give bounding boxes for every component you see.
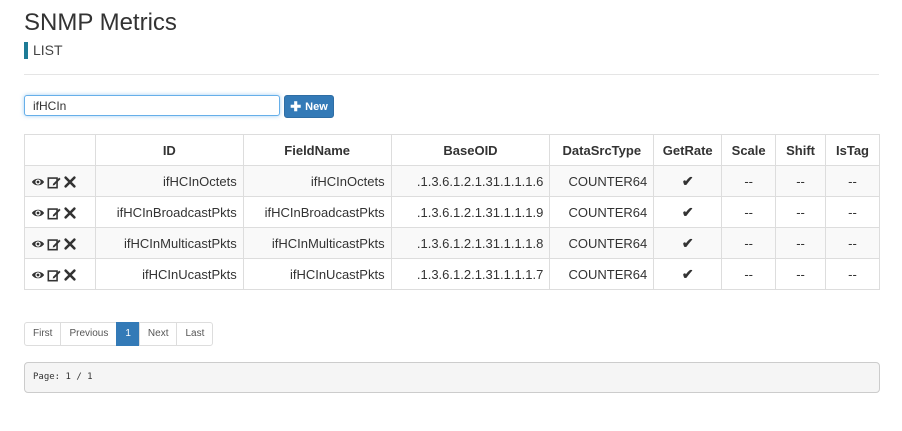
cell-baseoid: .1.3.6.1.2.1.31.1.1.1.7 — [390, 258, 551, 290]
cell-fieldname: ifHCInUcastPkts — [242, 258, 392, 290]
pagination: First Previous 1 Next Last — [24, 322, 214, 346]
cell-getrate: ✔ — [653, 196, 723, 228]
cell-baseoid: .1.3.6.1.2.1.31.1.1.1.6 — [390, 165, 551, 197]
delete-icon[interactable] — [63, 268, 77, 282]
cell-baseoid: .1.3.6.1.2.1.31.1.1.1.9 — [390, 196, 551, 228]
cell-datasrctype: COUNTER64 — [549, 165, 655, 197]
cell-getrate: ✔ — [653, 258, 723, 290]
column-header-baseoid[interactable]: BaseOID — [390, 134, 551, 166]
cell-istag: -- — [825, 227, 880, 259]
table-header-row: ID FieldName BaseOID DataSrcType GetRate… — [24, 134, 880, 166]
edit-icon[interactable] — [47, 237, 61, 251]
eye-icon[interactable] — [31, 268, 45, 282]
row-actions — [24, 196, 96, 228]
cell-getrate: ✔ — [653, 227, 723, 259]
pagination-first[interactable]: First — [24, 322, 62, 346]
cell-datasrctype: COUNTER64 — [549, 258, 655, 290]
page-subtitle: LIST — [24, 42, 63, 59]
table-row: ifHCInBroadcastPkts ifHCInBroadcastPkts .1… — [24, 196, 880, 228]
row-actions — [24, 165, 96, 197]
cell-fieldname: ifHCInMulticastPkts — [242, 227, 392, 259]
cell-istag: -- — [825, 165, 880, 197]
column-header-fieldname[interactable]: FieldName — [242, 134, 392, 166]
eye-icon[interactable] — [31, 175, 45, 189]
cell-shift: -- — [775, 165, 827, 197]
cell-id: ifHCInOctets — [94, 165, 244, 197]
row-actions — [24, 227, 96, 259]
pagination-next[interactable]: Next — [138, 322, 178, 346]
plus-icon: ✚ — [290, 99, 302, 114]
cell-id: ifHCInUcastPkts — [94, 258, 244, 290]
cell-id: ifHCInMulticastPkts — [94, 227, 244, 259]
column-header-actions — [24, 134, 96, 166]
edit-icon[interactable] — [47, 268, 61, 282]
cell-fieldname: ifHCInBroadcastPkts — [242, 196, 392, 228]
cell-shift: -- — [775, 227, 827, 259]
column-header-datasrctype[interactable]: DataSrcType — [549, 134, 655, 166]
column-header-istag[interactable]: IsTag — [825, 134, 880, 166]
cell-getrate: ✔ — [653, 165, 723, 197]
table-row: ifHCInUcastPkts ifHCInUcastPkts .1.3.6.1.2… — [24, 258, 880, 290]
row-actions — [24, 258, 96, 290]
delete-icon[interactable] — [63, 175, 77, 189]
pagination-last[interactable]: Last — [176, 322, 214, 346]
new-button-label: New — [305, 100, 328, 113]
cell-baseoid: .1.3.6.1.2.1.31.1.1.1.8 — [390, 227, 551, 259]
cell-fieldname: ifHCInOctets — [242, 165, 392, 197]
column-header-id[interactable]: ID — [94, 134, 244, 166]
page-info: Page: 1 / 1 — [24, 362, 880, 393]
metrics-table: ID FieldName BaseOID DataSrcType GetRate… — [24, 134, 880, 290]
eye-icon[interactable] — [31, 206, 45, 220]
eye-icon[interactable] — [31, 237, 45, 251]
cell-shift: -- — [775, 196, 827, 228]
cell-shift: -- — [775, 258, 827, 290]
cell-scale: -- — [721, 258, 777, 290]
cell-scale: -- — [721, 196, 777, 228]
page-title: SNMP Metrics — [24, 9, 177, 36]
new-button[interactable]: ✚ New — [284, 95, 334, 118]
pagination-previous[interactable]: Previous — [60, 322, 118, 346]
delete-icon[interactable] — [63, 237, 77, 251]
pagination-current-page[interactable]: 1 — [116, 322, 140, 346]
cell-scale: -- — [721, 227, 777, 259]
cell-datasrctype: COUNTER64 — [549, 196, 655, 228]
column-header-shift[interactable]: Shift — [775, 134, 827, 166]
cell-istag: -- — [825, 196, 880, 228]
delete-icon[interactable] — [63, 206, 77, 220]
cell-istag: -- — [825, 258, 880, 290]
column-header-scale[interactable]: Scale — [721, 134, 777, 166]
edit-icon[interactable] — [47, 206, 61, 220]
search-input[interactable] — [24, 95, 280, 116]
cell-scale: -- — [721, 165, 777, 197]
table-row: ifHCInMulticastPkts ifHCInMulticastPkts .1… — [24, 227, 880, 259]
column-header-getrate[interactable]: GetRate — [653, 134, 723, 166]
cell-datasrctype: COUNTER64 — [549, 227, 655, 259]
header-divider — [24, 74, 879, 75]
table-row: ifHCInOctets ifHCInOctets .1.3.6.1.2.1.31.… — [24, 165, 880, 197]
cell-id: ifHCInBroadcastPkts — [94, 196, 244, 228]
edit-icon[interactable] — [47, 175, 61, 189]
